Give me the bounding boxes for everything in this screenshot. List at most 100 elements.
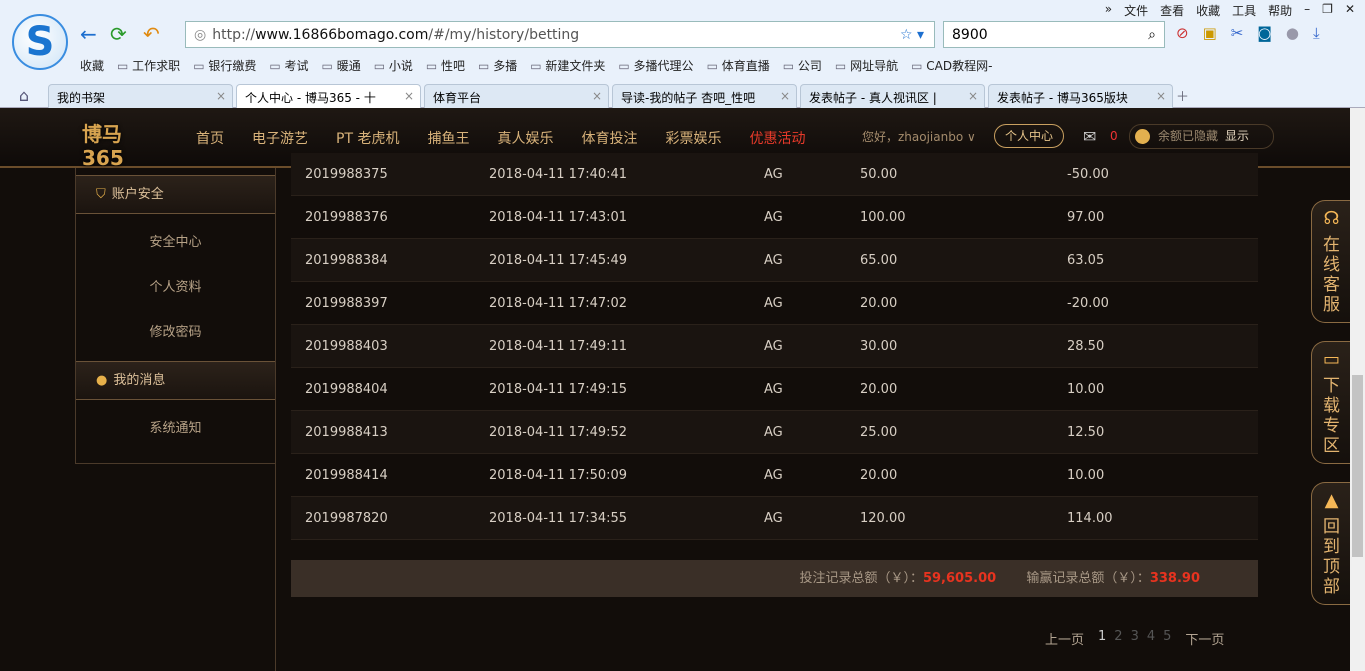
tab-label: 我的书架 [57,91,106,105]
win-loss: 10.00 [1067,467,1105,483]
bookmark[interactable]: 性吧 [426,57,465,74]
win-loss: -50.00 [1067,166,1109,182]
tab-close-icon[interactable]: × [216,89,226,103]
bookmark[interactable]: 银行缴费 [193,57,256,74]
mail-icon[interactable]: ✉ [1083,127,1096,146]
bookmark[interactable]: 小说 [374,57,413,74]
nav-live[interactable]: 真人娱乐 [497,128,553,148]
tab[interactable]: 体育平台 × [424,84,609,108]
refresh-icon[interactable]: ⟳ [110,22,127,46]
page-4[interactable]: 4 [1147,629,1155,648]
sidebar-item-profile[interactable]: 个人资料 [76,265,275,310]
menu-view[interactable]: 查看 [1160,2,1184,19]
page-5[interactable]: 5 [1163,629,1171,648]
win-loss: 28.50 [1067,338,1105,354]
tab-bar: ⌂ 我的书架 × 个人中心 - 博马365 - 十 × 体育平台 × 导读-我的帖子 … [0,82,1365,108]
more-icon[interactable]: ● [1286,24,1299,42]
home-icon[interactable]: ⌂ [0,86,48,105]
sidebar-item-notifications[interactable]: 系统通知 [76,406,275,451]
bookmark[interactable]: CAD教程网- [911,57,992,74]
back-to-top-button[interactable]: ▲ 回到顶部 [1311,482,1351,605]
win-loss: 97.00 [1067,209,1105,225]
tab-close-icon[interactable]: × [592,89,602,103]
page-3[interactable]: 3 [1131,629,1139,648]
tab[interactable]: 导读-我的帖子 杏吧_性吧 × [612,84,797,108]
bookmark[interactable]: 暖通 [322,57,361,74]
prev-page[interactable]: 上一页 [1045,629,1084,648]
platform: AG [764,295,783,311]
platform: AG [764,166,783,182]
site-logo[interactable]: 博马365 [82,122,162,170]
tab-close-icon[interactable]: × [780,89,790,103]
nav-lottery[interactable]: 彩票娱乐 [665,128,721,148]
tab[interactable]: 发表帖子 - 博马365版块 × [988,84,1173,108]
bookmark[interactable]: 公司 [783,57,822,74]
nav-sports[interactable]: 体育投注 [581,128,637,148]
close-icon[interactable]: ✕ [1345,2,1355,19]
bet-time: 2018-04-11 17:47:02 [489,295,628,311]
search-box[interactable]: 8900 ⌕ [943,21,1165,48]
menu-tools[interactable]: 工具 [1232,2,1256,19]
tab[interactable]: 发表帖子 - 真人视讯区 | × [800,84,985,108]
balance-text: 余额已隐藏 [1158,129,1219,143]
pagination: 上一页 1 2 3 4 5 下一页 [1045,629,1224,648]
page-1[interactable]: 1 [1098,629,1106,648]
bookmark[interactable]: 多播 [478,57,517,74]
star-icon[interactable]: ☆ ▾ [900,27,924,43]
platform: AG [764,338,783,354]
url-path: /#/my/history/betting [428,26,580,43]
bookmarks-favorites[interactable]: 收藏 [80,57,104,74]
address-bar[interactable]: ◎ http://www.16866bomago.com/#/my/histor… [185,21,935,48]
undo-icon[interactable]: ↶ [143,22,160,46]
sidebar-item-change-password[interactable]: 修改密码 [76,310,275,355]
bet-amount: 120.00 [860,510,906,526]
betting-records-table: 2019988375 2018-04-11 17:40:41 AG 50.00 -50.… [291,153,1258,540]
bet-amount: 65.00 [860,252,898,268]
menu-more[interactable]: » [1105,2,1112,19]
bookmark[interactable]: 多播代理公 [618,57,694,74]
download-icon[interactable]: ⤓ [1313,24,1320,42]
tab-close-icon[interactable]: × [404,89,414,103]
personal-center-button[interactable]: 个人中心 [994,124,1064,148]
download-button[interactable]: ▭ 下载专区 [1311,341,1351,464]
tab-close-icon[interactable]: × [968,89,978,103]
sidebar-section-account-security[interactable]: ⛉ 账户安全 [76,175,275,214]
order-id: 2019988384 [305,252,388,268]
tab[interactable]: 我的书架 × [48,84,233,108]
show-balance-button[interactable]: 显示 [1225,125,1249,148]
bookmark[interactable]: 新建文件夹 [530,57,605,74]
bookmark[interactable]: 工作求职 [117,57,180,74]
restore-icon[interactable]: ❐ [1322,2,1333,19]
table-row: 2019987820 2018-04-11 17:34:55 AG 120.00 114… [291,497,1258,540]
order-id: 2019987820 [305,510,388,526]
page-2[interactable]: 2 [1114,629,1122,648]
translate-icon[interactable]: ◙ [1257,24,1272,42]
bookmark[interactable]: 体育直播 [707,57,770,74]
menu-file[interactable]: 文件 [1124,2,1148,19]
back-icon[interactable]: ← [80,22,97,46]
scissors-icon[interactable]: ✂ [1231,24,1244,42]
bookmark[interactable]: 考试 [269,57,309,74]
clipboard-icon[interactable]: ▣ [1203,24,1217,42]
nav-home[interactable]: 首页 [196,128,224,148]
menu-favorites[interactable]: 收藏 [1196,2,1220,19]
nav-promotions[interactable]: 优惠活动 [749,128,805,148]
user-menu[interactable]: 您好，zhaojianbo ∨ [862,128,976,145]
tab-close-icon[interactable]: × [1156,89,1166,103]
bookmark[interactable]: 网址导航 [835,57,898,74]
sidebar-section-messages[interactable]: ● 我的消息 [76,361,275,400]
sidebar-item-security-center[interactable]: 安全中心 [76,220,275,265]
scrollbar-thumb[interactable] [1352,375,1363,557]
nav-slots[interactable]: 电子游艺 [252,128,308,148]
table-row: 2019988414 2018-04-11 17:50:09 AG 20.00 10.0… [291,454,1258,497]
nav-fishing[interactable]: 捕鱼王 [427,128,469,148]
nav-pt[interactable]: PT 老虎机 [336,128,399,148]
next-page[interactable]: 下一页 [1185,629,1224,648]
menu-help[interactable]: 帮助 [1268,2,1292,19]
adblock-icon[interactable]: ⊘ [1176,24,1189,42]
search-icon[interactable]: ⌕ [1148,27,1156,43]
new-tab-button[interactable]: ＋ [1176,86,1196,105]
online-service-button[interactable]: ☊ 在线客服 [1311,200,1351,323]
minimize-icon[interactable]: – [1304,2,1310,19]
tab-active[interactable]: 个人中心 - 博马365 - 十 × [236,84,421,108]
